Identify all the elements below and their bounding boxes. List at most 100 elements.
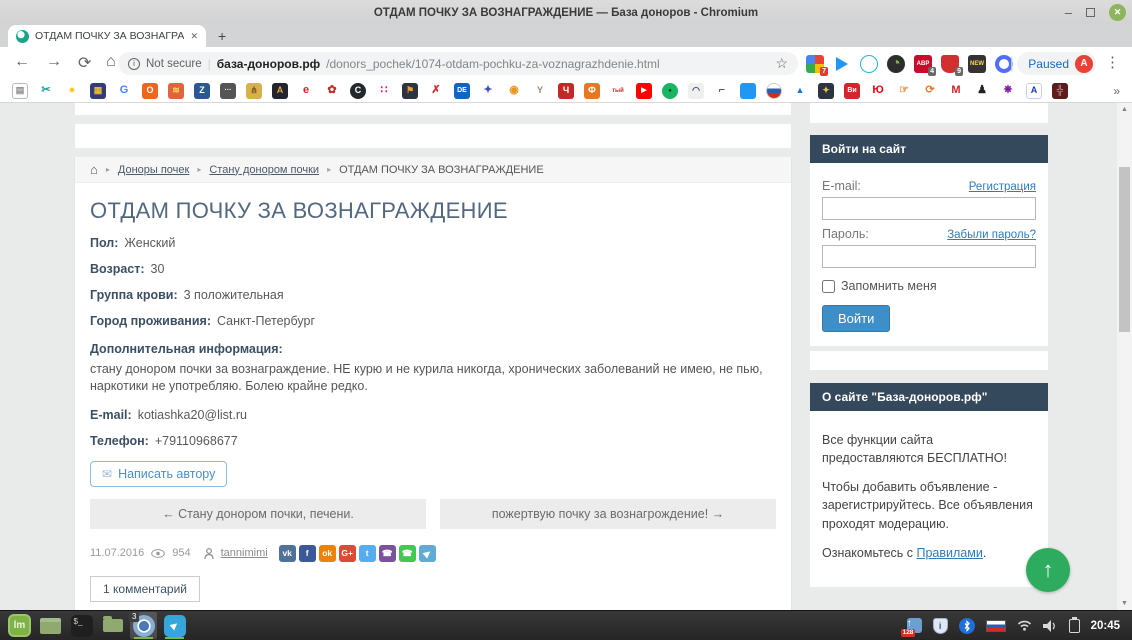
youtube-bookmark-icon[interactable]: ▶ [636,83,652,99]
address-bar[interactable]: i Not secure | база-доноров.рф /donors_p… [118,52,798,75]
viber-share-icon[interactable]: ☎ [379,545,396,562]
terminal-app-icon[interactable]: $_ [68,612,95,639]
firewall-shield-icon[interactable]: i [933,618,948,634]
photos-extension-icon[interactable]: 7 [806,55,824,73]
update-manager-icon[interactable]: ↑ 128 [907,618,922,633]
play-extension-icon[interactable] [833,55,851,73]
comments-tab[interactable]: 1 комментарий [90,576,200,602]
remember-me-checkbox[interactable] [822,280,835,293]
document-bookmark-icon[interactable]: ▤ [12,83,28,99]
folder-app-icon[interactable] [99,612,126,639]
russia-flag-bookmark-icon[interactable] [766,83,782,99]
vk-share-icon[interactable]: vk [279,545,296,562]
restore-button[interactable] [1086,8,1095,17]
red-flower-bookmark-icon[interactable]: ✿ [324,83,340,99]
police-cap-bookmark-icon[interactable]: ◠ [688,83,704,99]
telegram-share-icon[interactable]: ▶ [419,545,436,562]
yu-bookmark-icon[interactable]: Ю [870,83,886,99]
f-orange-bookmark-icon[interactable]: Ф [584,83,600,99]
e-red-bookmark-icon[interactable]: e [298,83,314,99]
scrollbar-down-icon[interactable]: ▼ [1117,600,1132,607]
vi-bookmark-icon[interactable]: Ви [844,83,860,99]
color-dots-bookmark-icon[interactable]: ∷ [376,83,392,99]
google-plus-share-icon[interactable]: G+ [339,545,356,562]
bookmarks-overflow-icon[interactable]: » [1113,84,1120,98]
sync-bookmark-icon[interactable]: ⟳ [922,83,938,99]
info-icon[interactable]: i [128,58,140,70]
breadcrumb-link-category[interactable]: Стану донором почки [209,164,319,176]
password-field[interactable] [822,245,1036,268]
shopping-bag-bookmark-icon[interactable]: ▦ [90,83,106,99]
forgot-password-link[interactable]: Забыли пароль? [947,229,1036,241]
wifi-icon[interactable] [1017,620,1032,631]
forward-icon[interactable]: → [46,53,62,71]
browser-menu-icon[interactable]: ⋮ [1105,53,1120,71]
register-link[interactable]: Регистрация [969,181,1036,193]
facebook-share-icon[interactable]: f [299,545,316,562]
scroll-to-top-button[interactable]: ↑ [1026,548,1070,592]
lens-extension-icon[interactable]: ◔ [887,55,905,73]
abp-extension-icon[interactable]: ABP4 [914,55,932,73]
green-bird-bookmark-icon[interactable]: ● [662,83,678,99]
write-author-button[interactable]: ✉ Написать автору [90,461,227,487]
bookmark-star-icon[interactable]: ☆ [775,55,788,72]
breadcrumb-link-donors[interactable]: Доноры почек [118,164,189,176]
browser-tab[interactable]: ОТДАМ ПОЧКУ ЗА ВОЗНАГРАЖ ✕ [8,25,206,47]
ozon-bookmark-icon[interactable]: O [142,83,158,99]
a-blue-bookmark-icon[interactable]: А [1026,83,1042,99]
scrollbar-up-icon[interactable]: ▲ [1117,106,1132,113]
profile-button[interactable]: Paused A [1017,52,1096,75]
lightbulb-bookmark-icon[interactable]: ● [64,83,80,99]
deer-bookmark-icon[interactable]: Y [532,83,548,99]
mint-menu-button[interactable]: lm [6,612,33,639]
dots-bookmark-icon[interactable]: ··· [220,83,236,99]
navy-emblem-bookmark-icon[interactable]: ✦ [818,83,834,99]
prev-article-link[interactable]: ← Стану донором почки, печени. [90,499,426,529]
close-tab-icon[interactable]: ✕ [190,31,198,42]
email-field[interactable] [822,197,1036,220]
author-link[interactable]: tannimimi [221,547,268,559]
colorful-star-bookmark-icon[interactable]: ✦ [480,83,496,99]
m-red-bookmark-icon[interactable]: M [948,83,964,99]
scrollbar-thumb[interactable] [1119,167,1130,332]
red-figure-bookmark-icon[interactable]: ✗ [428,83,444,99]
aliexpress-bookmark-icon[interactable]: A [272,83,288,99]
login-button[interactable]: Войти [822,305,890,332]
dark-red-emblem-bookmark-icon[interactable]: ╬ [1052,83,1068,99]
chromium-app-icon[interactable]: 3 [130,612,157,639]
donut-bookmark-icon[interactable]: ◉ [506,83,522,99]
dark-glove-bookmark-icon[interactable]: ♟ [974,83,990,99]
tickets-bookmark-icon[interactable]: ⋔ [246,83,262,99]
telegram-app-icon[interactable]: ▶ [161,612,188,639]
rules-link[interactable]: Правилами [917,546,983,560]
scissors-bookmark-icon[interactable]: ✂ [38,83,54,99]
dark-flag-bookmark-icon[interactable]: ⚑ [402,83,418,99]
clipboard-icon[interactable] [1069,619,1080,633]
tyi-bookmark-icon[interactable]: тый [610,83,626,99]
striped-candy-bookmark-icon[interactable]: ≋ [168,83,184,99]
c-circle-bookmark-icon[interactable]: C [350,83,366,99]
reload-icon[interactable]: ⟳ [78,53,91,73]
google-bookmark-icon[interactable]: G [116,83,132,99]
new-tab-button[interactable]: + [218,28,226,44]
drop-extension-icon[interactable] [860,55,878,73]
keyboard-layout-flag-icon[interactable] [986,620,1006,632]
twitter-share-icon[interactable]: t [359,545,376,562]
volume-icon[interactable] [1043,620,1058,632]
blue-shield-bookmark-icon[interactable] [740,83,756,99]
close-window-button[interactable]: ✕ [1109,4,1126,21]
next-article-link[interactable]: пожертвую почку за вознагрождение! → [440,499,776,529]
bluetooth-icon[interactable] [959,618,975,634]
files-app-icon[interactable] [37,612,64,639]
back-icon[interactable]: ← [14,53,30,71]
whatsapp-share-icon[interactable]: ☎ [399,545,416,562]
adguard-extension-icon[interactable]: 9 [941,55,959,73]
blue-triangle-bookmark-icon[interactable]: ▲ [792,83,808,99]
new-extension-icon[interactable]: NEW [968,55,986,73]
pistol-bookmark-icon[interactable]: ⌐ [714,83,730,99]
home-icon[interactable]: ⌂ [106,53,116,71]
z-bookmark-icon[interactable]: Z [194,83,210,99]
minimize-button[interactable]: – [1065,8,1072,18]
de-bookmark-icon[interactable]: DE [454,83,470,99]
skater-bookmark-icon[interactable]: ✵ [1000,83,1016,99]
